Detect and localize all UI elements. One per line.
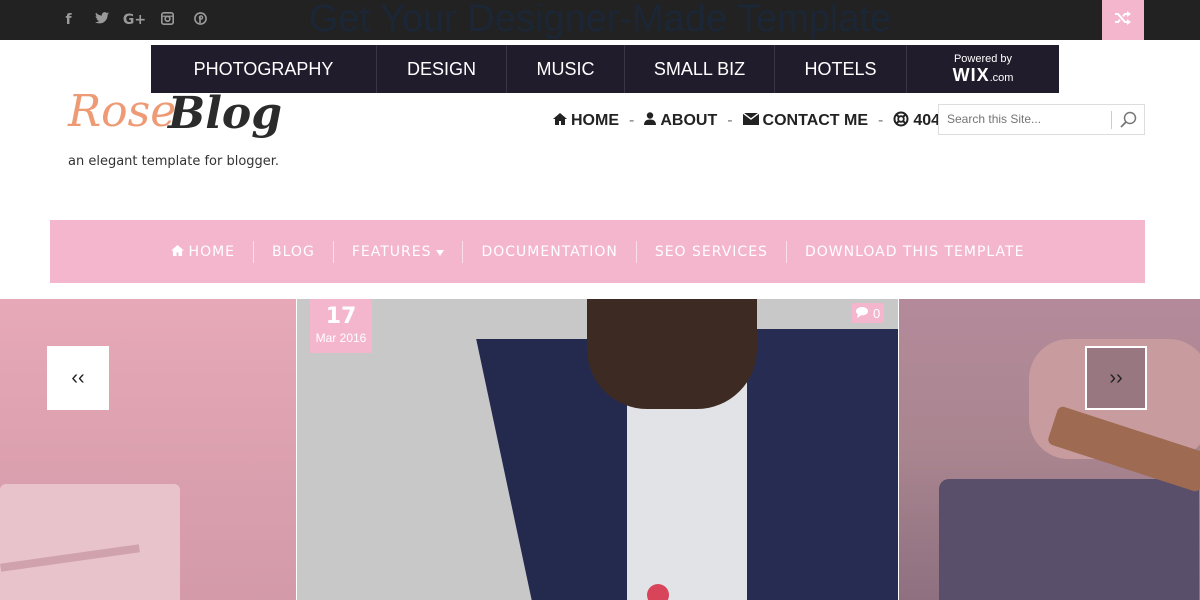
comment-count: 0: [873, 305, 881, 321]
envelope-icon: [742, 112, 759, 130]
top-menu-404[interactable]: 404: [893, 111, 940, 132]
wix-item-hotels[interactable]: HOTELS: [775, 45, 907, 93]
promo-banner-text[interactable]: Get Your Designer-Made Template: [0, 0, 1200, 41]
top-menu-about[interactable]: ABOUT: [644, 112, 717, 130]
logo-blog-text: Blog: [168, 88, 283, 139]
shuffle-icon: [1115, 10, 1131, 30]
main-navigation: HOME BLOG FEATURES DOCUMENTATION SEO SER…: [50, 220, 1145, 283]
double-chevron-right-icon: ››: [1109, 366, 1123, 389]
wix-logo: WIX.com: [952, 64, 1014, 85]
site-logo[interactable]: Rose Blog: [68, 86, 282, 156]
nav-item-blog[interactable]: BLOG: [254, 244, 333, 260]
menu-separator: -: [629, 112, 635, 129]
notebook-shape: [0, 484, 180, 600]
face-shape: [587, 299, 757, 409]
life-ring-icon: [893, 111, 909, 132]
nav-item-features-label: FEATURES: [351, 243, 432, 260]
wix-item-music[interactable]: MUSIC: [507, 45, 625, 93]
search-icon[interactable]: [1120, 111, 1137, 133]
random-post-button[interactable]: [1102, 0, 1144, 40]
flower-shape: [647, 584, 669, 600]
slide-image-left[interactable]: [0, 299, 296, 600]
top-menu-home[interactable]: HOME: [553, 112, 619, 130]
user-icon: [644, 112, 657, 130]
top-bar: f G+ Get Your Designer-Made Template: [0, 0, 1200, 40]
wix-item-design[interactable]: DESIGN: [377, 45, 507, 93]
top-menu-404-label: 404: [913, 112, 941, 129]
nav-item-download-template[interactable]: DOWNLOAD THIS TEMPLATE: [787, 244, 1042, 260]
site-tagline: an elegant template for blogger.: [68, 154, 280, 169]
top-menu: HOME - ABOUT - CONTACT ME - 404: [553, 110, 940, 132]
post-date-badge: 17 Mar 2016: [310, 299, 372, 353]
search-input[interactable]: [947, 112, 1107, 126]
nav-item-seo-services[interactable]: SEO SERVICES: [637, 244, 786, 260]
featured-slider: 17 Mar 2016 0 ‹‹ ››: [0, 299, 1200, 600]
menu-separator: -: [878, 112, 884, 129]
home-icon: [553, 112, 567, 130]
home-icon: [170, 244, 184, 260]
top-menu-home-label: HOME: [571, 112, 619, 129]
slider-next-button[interactable]: ››: [1085, 346, 1147, 410]
powered-by-wix[interactable]: Powered by WIX.com: [907, 45, 1059, 93]
top-menu-contact[interactable]: CONTACT ME: [742, 112, 869, 130]
slide-image-right[interactable]: [899, 299, 1200, 600]
post-date-day: 17: [325, 304, 357, 329]
nav-item-home-label: HOME: [188, 243, 236, 260]
comment-count-badge[interactable]: 0: [852, 303, 885, 323]
search-box: [938, 104, 1145, 135]
menu-separator: -: [727, 112, 733, 129]
nav-item-home[interactable]: HOME: [153, 244, 253, 260]
slider-prev-button[interactable]: ‹‹: [47, 346, 109, 410]
search-divider: [1111, 111, 1112, 129]
comments-icon: [856, 306, 870, 321]
powered-by-label: Powered by: [953, 52, 1013, 65]
wix-item-small-biz[interactable]: SMALL BIZ: [625, 45, 775, 93]
nav-item-documentation[interactable]: DOCUMENTATION: [463, 244, 635, 260]
nav-item-features[interactable]: FEATURES: [334, 244, 463, 260]
bag-shape: [939, 479, 1199, 600]
top-menu-about-label: ABOUT: [660, 112, 718, 129]
slide-image-center[interactable]: [297, 299, 898, 600]
double-chevron-left-icon: ‹‹: [71, 366, 85, 389]
logo-rose-text: Rose: [68, 86, 177, 137]
top-menu-contact-label: CONTACT ME: [762, 112, 869, 129]
caret-down-icon: [436, 244, 445, 260]
post-date-month: Mar 2016: [315, 331, 367, 345]
wix-promo-bar: PHOTOGRAPHY DESIGN MUSIC SMALL BIZ HOTEL…: [151, 45, 1059, 93]
